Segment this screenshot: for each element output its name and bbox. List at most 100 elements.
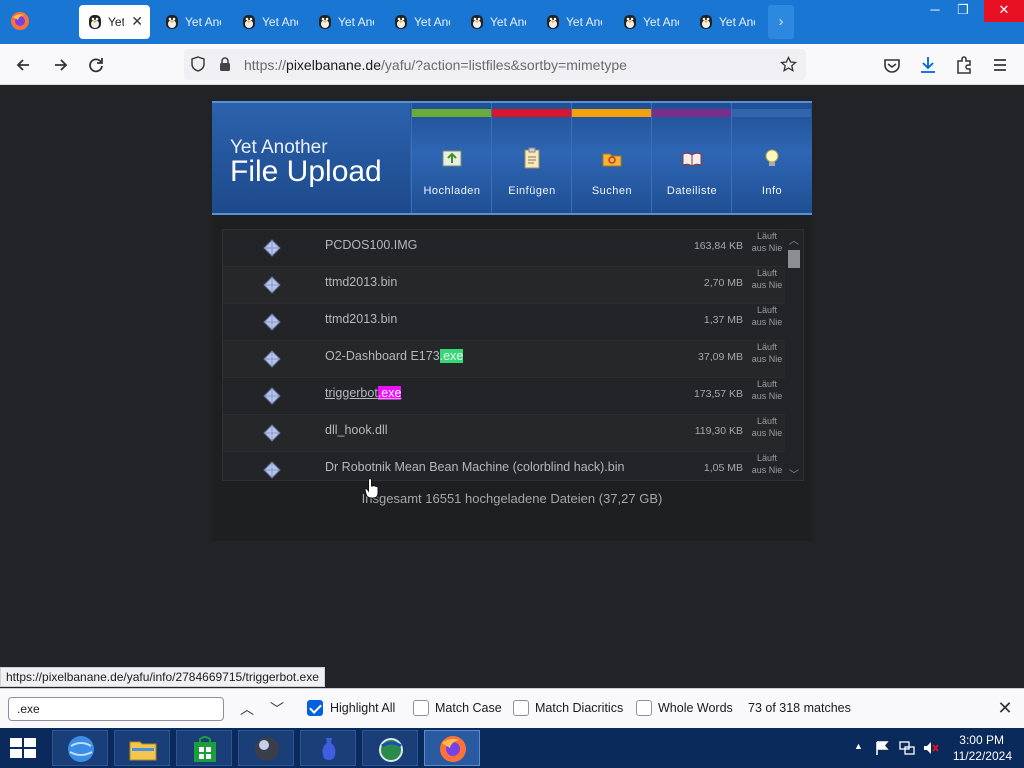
taskbar-app-firefox[interactable]: [424, 730, 480, 766]
file-list-scrollbar[interactable]: ︿ ﹀: [785, 230, 803, 480]
taskbar-app-ie[interactable]: [52, 730, 108, 766]
tab-close-icon[interactable]: ✕: [131, 13, 143, 30]
media-orb-icon: [255, 737, 279, 761]
nav-stripe: [492, 109, 571, 117]
downloads-icon[interactable]: [915, 52, 941, 78]
tray-overflow-icon[interactable]: ▲: [854, 741, 863, 751]
restore-icon[interactable]: ❐: [946, 0, 980, 22]
tab[interactable]: Yet Another File Upload: [309, 5, 381, 39]
tab[interactable]: Yet Another File Upload: [156, 5, 228, 39]
forward-icon[interactable]: [47, 52, 73, 78]
file-diamond-icon: [263, 276, 281, 294]
nav-hochladen[interactable]: Hochladen: [411, 103, 491, 213]
penguin-favicon-icon: [89, 15, 101, 29]
find-input[interactable]: [8, 697, 224, 721]
tab[interactable]: Yet Another File Upload: [537, 5, 609, 39]
store-icon: [194, 736, 216, 762]
tab-active[interactable]: Yet Another File Upload ✕: [79, 5, 150, 39]
tracking-shield-icon[interactable]: [190, 56, 206, 72]
navigation-toolbar: https://pixelbanane.de/yafu/?action=list…: [0, 44, 1024, 85]
nav-info[interactable]: Info: [731, 103, 811, 213]
nav-dateiliste[interactable]: Dateiliste: [651, 103, 731, 213]
file-name-link[interactable]: Dr Robotnik Mean Bean Machine (colorblin…: [325, 460, 624, 474]
highlight-all-label[interactable]: Highlight All: [330, 701, 395, 715]
file-name-link[interactable]: dll_hook.dll: [325, 423, 388, 437]
lock-icon[interactable]: [218, 56, 232, 72]
file-name-text: ttmd2013.bin: [325, 275, 398, 289]
clipboard-icon: [524, 147, 540, 169]
file-name-link[interactable]: ttmd2013.bin: [325, 312, 397, 326]
window-close-icon[interactable]: ✕: [984, 0, 1024, 22]
taskbar-app-store[interactable]: [176, 730, 232, 766]
scroll-up-icon[interactable]: ︿: [789, 232, 799, 247]
pocket-icon[interactable]: [879, 52, 905, 78]
find-close-icon[interactable]: ✕: [994, 697, 1016, 719]
match-diacritics-label[interactable]: Match Diacritics: [535, 701, 623, 715]
find-next-icon[interactable]: ﹀: [266, 698, 288, 720]
file-explorer-icon: [129, 741, 157, 761]
file-name-link-hovered[interactable]: triggerbot.exe: [325, 386, 402, 400]
file-name-link[interactable]: O2-Dashboard E173.exe: [325, 349, 464, 363]
scrollbar-thumb[interactable]: [788, 250, 800, 268]
file-name-link[interactable]: ttmd2013.bin: [325, 275, 397, 289]
tab[interactable]: Yet Another File Upload: [461, 5, 533, 39]
extensions-icon[interactable]: [951, 52, 977, 78]
upload-total: Insgesamt 16551 hochgeladene Dateien (37…: [361, 491, 663, 506]
clock-date[interactable]: 11/22/2024: [948, 749, 1012, 763]
file-row: dll_hook.dll 119,30 KB Läuft aus Nie: [223, 415, 787, 452]
file-size: 37,09 MB: [698, 351, 743, 363]
globe-app-icon: [379, 738, 403, 762]
clock-time[interactable]: 3:00 PM: [958, 733, 1004, 747]
tab-title: Yet Another File Upload: [643, 15, 679, 29]
app-menu-icon[interactable]: [987, 52, 1013, 78]
taskbar-app-vase[interactable]: [300, 730, 356, 766]
tab[interactable]: Yet Another File Upload: [614, 5, 686, 39]
action-center-flag-icon[interactable]: [874, 740, 890, 756]
windows-start-icon[interactable]: [8, 736, 38, 760]
network-icon[interactable]: [898, 740, 916, 756]
yafu-logo[interactable]: Yet Another File Upload: [212, 103, 410, 213]
taskbar-app-explorer[interactable]: [114, 730, 170, 766]
match-case-checkbox[interactable]: [413, 700, 429, 716]
back-icon[interactable]: [11, 52, 37, 78]
tab[interactable]: Yet Another File Upload: [233, 5, 305, 39]
tab-title: Yet Another File Upload: [414, 15, 450, 29]
nav-einfuegen[interactable]: Einfügen: [491, 103, 571, 213]
file-row: ttmd2013.bin 1,37 MB Läuft aus Nie: [223, 304, 787, 341]
file-name-link[interactable]: PCDOS100.IMG: [325, 238, 417, 252]
tab-title: Yet Another File Upload: [719, 15, 755, 29]
reload-icon[interactable]: [83, 52, 109, 78]
file-size: 173,57 KB: [693, 388, 743, 400]
tab[interactable]: Yet Another File Upload: [690, 5, 762, 39]
file-name-text: PCDOS100.IMG: [325, 238, 418, 252]
nav-label: Einfügen: [508, 185, 556, 197]
tab-scroll-right-icon[interactable]: ›: [768, 5, 794, 39]
page-viewport: Yet Another File Upload Hochladen Einfüg…: [0, 85, 1024, 685]
taskbar-app-globe[interactable]: [362, 730, 418, 766]
taskbar-app-media[interactable]: [238, 730, 294, 766]
match-diacritics-checkbox[interactable]: [513, 700, 529, 716]
ie-globe-icon: [68, 736, 94, 762]
address-bar[interactable]: https://pixelbanane.de/yafu/?action=list…: [184, 49, 806, 80]
file-name-text: ttmd2013.bin: [325, 312, 398, 326]
highlight-all-checkbox[interactable]: [307, 700, 323, 716]
nav-stripe: [732, 109, 811, 117]
match-case-label[interactable]: Match Case: [435, 701, 502, 715]
penguin-favicon-icon: [395, 15, 407, 29]
whole-words-checkbox[interactable]: [636, 700, 652, 716]
find-highlight-current: .exe: [377, 386, 402, 400]
volume-muted-icon[interactable]: [922, 740, 940, 756]
penguin-favicon-icon: [700, 15, 712, 29]
firefox-menu-icon[interactable]: [10, 11, 30, 31]
scroll-down-icon[interactable]: ﹀: [789, 466, 799, 480]
tab[interactable]: Yet Another File Upload: [385, 5, 457, 39]
nav-suchen[interactable]: Suchen: [571, 103, 651, 213]
file-name-text: dll_hook.dll: [325, 423, 388, 437]
find-previous-icon[interactable]: ︿: [236, 698, 258, 720]
upload-icon: [442, 150, 462, 167]
file-list: PCDOS100.IMG 163,84 KB Läuft aus Nie ttm…: [222, 229, 804, 481]
whole-words-label[interactable]: Whole Words: [658, 701, 733, 715]
bookmark-star-icon[interactable]: [780, 56, 797, 73]
url-text[interactable]: https://pixelbanane.de/yafu/?action=list…: [244, 57, 627, 73]
file-size: 2,70 MB: [703, 277, 743, 289]
